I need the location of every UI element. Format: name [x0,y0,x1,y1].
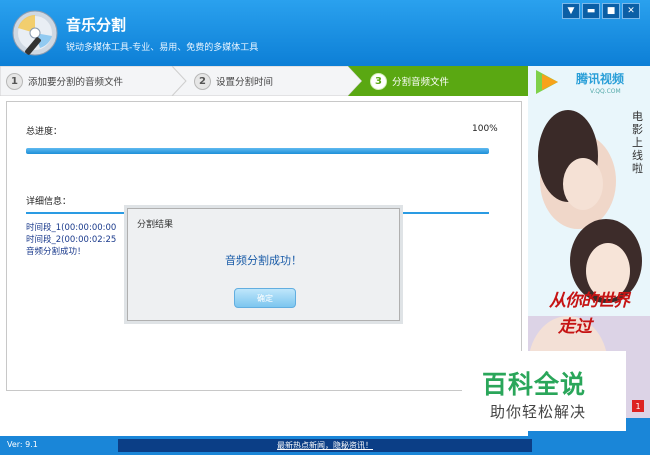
app-title: 音乐分割 [66,16,127,34]
maximize-button[interactable]: ■ [602,3,620,19]
dialog-title: 分割结果 [137,220,174,230]
news-link[interactable]: 最新热点新闻，隐秘资讯！ [118,439,532,452]
step-number: 3 [370,72,387,90]
step-number: 1 [6,72,23,90]
ad-headline-2: 走过 [558,317,592,337]
menu-icon: ▼ [567,6,575,16]
ad-headline: 从你的世界 [549,291,630,311]
title-bar: 音乐分割 锐动多媒体工具-专业、易用、免费的多媒体工具 ▼ ▬ ■ ✕ [0,0,650,66]
step-set-time[interactable]: 2 设置分割时间 [194,66,273,96]
minimize-icon: ▬ [586,6,596,16]
watermark-subtitle: 助你轻松解决 [490,403,587,421]
step-bar: 1 添加要分割的音频文件 2 设置分割时间 3 分割音频文件 [0,66,528,96]
log-line: 音频分割成功！ [26,247,86,257]
dialog-message: 音频分割成功！ [225,254,302,267]
watermark-title: 百科全说 [482,370,587,399]
ad-badge: 1 [632,400,644,412]
status-bar: Ver: 9.1 最新热点新闻，隐秘资讯！ [0,436,650,455]
ad-url: V.QQ.COM [590,88,621,95]
ok-button[interactable]: 确定 [234,288,296,308]
step-add-audio[interactable]: 1 添加要分割的音频文件 [6,66,123,96]
step-label: 添加要分割的音频文件 [28,77,124,88]
maximize-icon: ■ [606,6,616,16]
detail-info-label: 详细信息： [26,197,72,207]
ad-vertical-text: 电影上线啦 [632,110,643,175]
window-controls: ▼ ▬ ■ ✕ [562,3,640,19]
progress-fill [26,148,489,154]
watermark: 百科全说 助你轻松解决 [462,351,626,431]
log-list: 时间段_1(00:00:00:00 时间段_2(00:00:02:25 音频分割… [26,222,116,258]
total-progress-label: 总进度： [26,127,63,137]
step-label: 分割音频文件 [392,77,450,88]
progress-percent: 100% [472,124,498,134]
step-number: 2 [194,72,211,90]
ad-brand: 腾讯视频 [576,72,625,86]
log-line: 时间段_1(00:00:00:00 [26,223,117,233]
minimize-button[interactable]: ▬ [582,3,600,19]
close-icon: ✕ [627,6,635,16]
log-line: 时间段_2(00:00:02:25 [26,235,117,245]
progress-bar [26,148,489,154]
menu-button[interactable]: ▼ [562,3,580,19]
close-button[interactable]: ✕ [622,3,640,19]
step-label: 设置分割时间 [216,77,274,88]
step-split-audio[interactable]: 3 分割音频文件 [370,66,449,96]
music-cd-logo-icon [12,10,58,56]
version-label: Ver: 9.1 [7,440,38,449]
app-subtitle: 锐动多媒体工具-专业、易用、免费的多媒体工具 [66,43,259,53]
result-dialog: 分割结果 音频分割成功！ 确定 [127,208,400,321]
